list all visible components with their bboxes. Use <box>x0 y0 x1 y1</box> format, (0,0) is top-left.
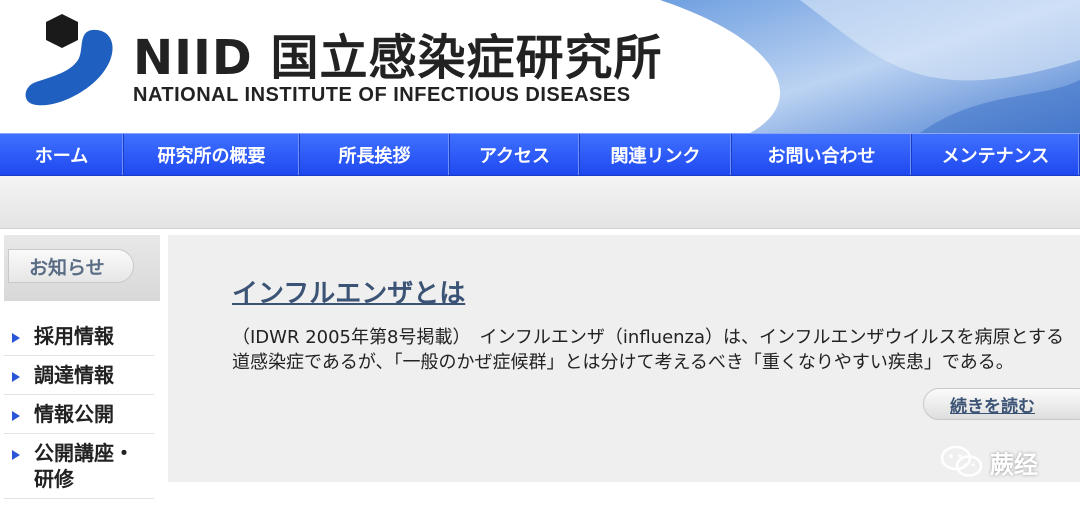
sidebar-tab-news[interactable]: お知らせ <box>8 249 134 283</box>
triangle-right-icon <box>12 333 20 343</box>
sidebar-item-recruitment[interactable]: 採用情報 <box>4 317 154 356</box>
sidebar-list: 採用情報 調達情報 情報公開 公開講座・研修 <box>4 317 154 499</box>
read-more-button[interactable]: 続きを読む <box>923 388 1080 420</box>
wechat-icon <box>940 445 983 477</box>
nav-maintenance[interactable]: メンテナンス <box>912 134 1080 175</box>
sidebar-header: お知らせ <box>4 235 160 301</box>
nav-home[interactable]: ホーム <box>0 134 124 175</box>
nav-about[interactable]: 研究所の概要 <box>124 134 300 175</box>
article-title-link[interactable]: インフルエンザとは <box>232 273 465 310</box>
sidebar-item-label: 調達情報 <box>34 363 114 387</box>
triangle-right-icon <box>12 411 20 421</box>
sidebar: お知らせ 採用情報 調達情報 情報公開 公開講座・研修 <box>4 235 160 509</box>
article-summary-line-1: （IDWR 2005年第8号掲載） インフルエンザ（influenza）は、イン… <box>232 327 1064 348</box>
triangle-right-icon <box>12 372 20 382</box>
site-header: NIID 国立感染症研究所 NATIONAL INSTITUTE OF INFE… <box>0 0 1080 133</box>
article-summary-line-2: 道感染症であるが、「一般のかぜ症候群」とは分けて考えるべき「重くなりやすい疾患」… <box>232 352 1014 373</box>
site-title-en: NATIONAL INSTITUTE OF INFECTIOUS DISEASE… <box>133 84 631 106</box>
article-summary: （IDWR 2005年第8号掲載） インフルエンザ（influenza）は、イン… <box>232 325 1078 375</box>
nav-director-greeting[interactable]: 所長挨拶 <box>300 134 450 175</box>
main-nav: ホーム 研究所の概要 所長挨拶 アクセス 関連リンク お問い合わせ メンテナンス <box>0 133 1080 176</box>
triangle-right-icon <box>12 450 20 460</box>
niid-logo-icon <box>25 14 113 106</box>
watermark: 蕨经 <box>940 444 1038 480</box>
sidebar-item-lectures[interactable]: 公開講座・研修 <box>4 434 154 499</box>
sidebar-item-procurement[interactable]: 調達情報 <box>4 356 154 395</box>
sidebar-item-disclosure[interactable]: 情報公開 <box>4 395 154 434</box>
site-title-jp: NIID 国立感染症研究所 <box>133 30 663 86</box>
sidebar-item-label: 採用情報 <box>34 324 114 348</box>
header-swoosh-decoration <box>660 0 1080 133</box>
sidebar-item-label: 公開講座・研修 <box>34 441 134 491</box>
nav-access[interactable]: アクセス <box>450 134 580 175</box>
nav-contact[interactable]: お問い合わせ <box>732 134 912 175</box>
watermark-text: 蕨经 <box>990 450 1038 479</box>
nav-links[interactable]: 関連リンク <box>580 134 732 175</box>
subheader-band <box>0 176 1080 229</box>
sidebar-item-label: 情報公開 <box>34 402 114 426</box>
